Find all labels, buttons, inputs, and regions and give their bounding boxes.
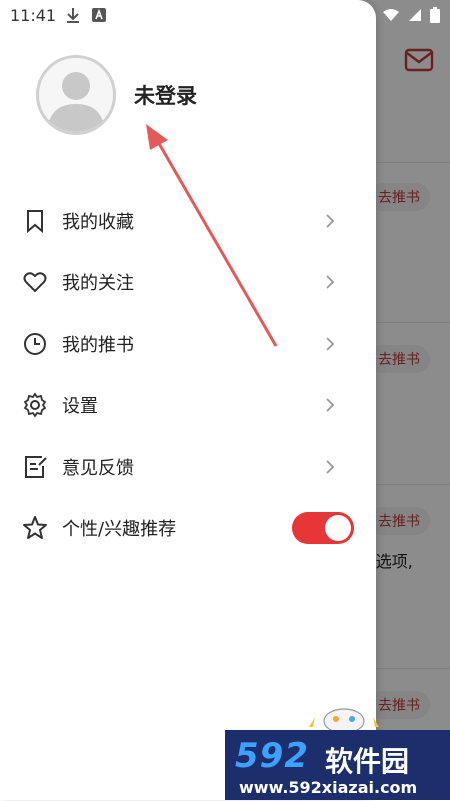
menu-item-favorites[interactable]: 我的收藏 — [0, 190, 376, 252]
menu-item-feedback[interactable]: 意见反馈 — [0, 436, 376, 498]
toggle-knob — [325, 515, 351, 542]
menu-item-label: 意见反馈 — [62, 457, 134, 479]
wifi-icon — [383, 9, 399, 21]
user-placeholder-icon — [47, 72, 105, 132]
status-time: 11:41 — [10, 6, 57, 25]
signal-icon — [409, 9, 421, 21]
chevron-right-icon — [326, 214, 335, 228]
profile-header[interactable]: 未登录 — [36, 55, 197, 135]
menu-item-following[interactable]: 我的关注 — [0, 252, 376, 314]
navigation-drawer: 未登录 我的收藏 我的关注 我的推书 设置 意见反馈 个性/兴趣推荐 — [0, 0, 376, 800]
menu-item-label: 我的关注 — [62, 273, 134, 295]
status-bar: 11:41 — [0, 0, 450, 30]
chevron-right-icon — [326, 398, 335, 412]
avatar[interactable] — [36, 55, 116, 135]
menu-item-label: 设置 — [62, 396, 98, 418]
menu-item-interest-recommendation: 个性/兴趣推荐 — [0, 498, 376, 560]
login-status[interactable]: 未登录 — [134, 80, 197, 110]
chevron-right-icon — [326, 460, 335, 474]
chevron-right-icon — [326, 275, 335, 289]
watermark-url: www.592xiazai.com — [239, 778, 418, 797]
star-icon — [23, 516, 47, 540]
drawer-menu: 我的收藏 我的关注 我的推书 设置 意见反馈 个性/兴趣推荐 — [0, 190, 376, 559]
heart-icon — [23, 272, 47, 293]
watermark: 592 软件园 www.592xiazai.com — [225, 730, 450, 800]
menu-item-my-recommendations[interactable]: 我的推书 — [0, 313, 376, 375]
feedback-icon — [25, 455, 47, 478]
menu-item-label: 我的推书 — [62, 334, 134, 356]
clock-icon — [24, 332, 46, 355]
menu-item-label: 个性/兴趣推荐 — [62, 519, 177, 541]
text-notification-icon — [92, 8, 106, 22]
watermark-brand-name: 软件园 — [325, 745, 410, 778]
download-icon — [67, 8, 79, 23]
chevron-right-icon — [326, 337, 335, 351]
bookmark-icon — [27, 209, 43, 233]
watermark-brand-number: 592 — [235, 736, 309, 776]
interest-recommendation-toggle[interactable] — [292, 512, 354, 545]
battery-icon — [430, 7, 440, 23]
menu-item-label: 我的收藏 — [62, 211, 134, 233]
gear-icon — [23, 392, 47, 418]
menu-item-settings[interactable]: 设置 — [0, 375, 376, 437]
